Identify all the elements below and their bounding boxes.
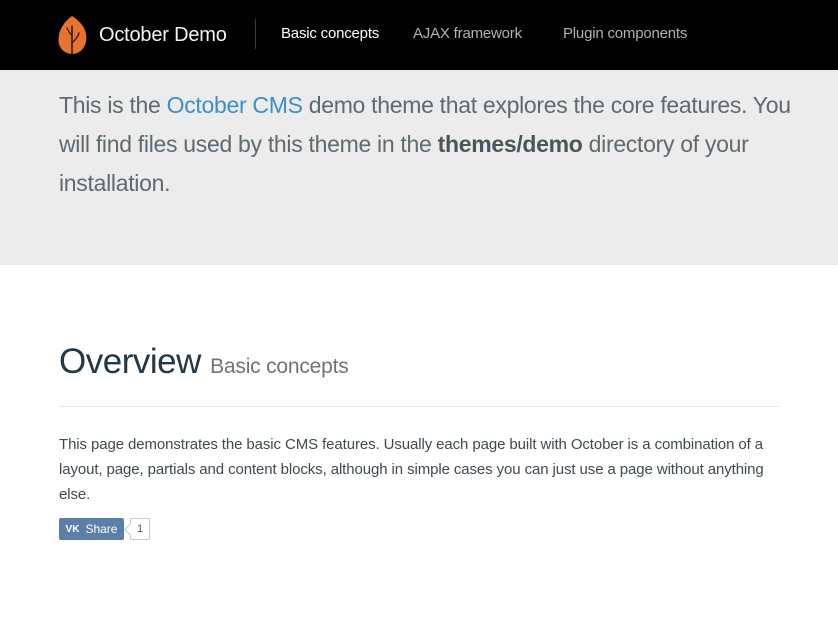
page-title: Overview Basic concepts (59, 342, 779, 382)
october-leaf-logo-icon (58, 16, 87, 55)
overview-header: Overview Basic concepts (59, 342, 779, 407)
brand-link[interactable]: October Demo (56, 13, 227, 57)
october-cms-link[interactable]: October CMS (167, 92, 303, 118)
theme-path: themes/demo (437, 131, 583, 157)
vk-icon: VK (65, 523, 80, 535)
jumbotron: This is the October CMS demo theme that … (0, 70, 838, 265)
nav-divider (255, 19, 256, 49)
overview-title: Overview (59, 342, 201, 381)
navbar: October Demo Basic concepts AJAX framewo… (0, 0, 838, 70)
nav-link-ajax-framework[interactable]: AJAX framework (413, 25, 522, 42)
overview-text: This page demonstrates the basic CMS fea… (59, 436, 764, 503)
lead-text-start: This is the (59, 92, 167, 118)
nav-link-plugin-components[interactable]: Plugin components (563, 25, 687, 42)
vk-share-button[interactable]: VK Share (59, 518, 124, 540)
brand-name: October Demo (99, 23, 227, 46)
overview-subtitle: Basic concepts (210, 355, 349, 378)
intro-lead: This is the October CMS demo theme that … (59, 86, 799, 203)
share-widget: VK Share 1 (59, 518, 151, 540)
nav-link-basic-concepts[interactable]: Basic concepts (281, 25, 379, 42)
share-label: Share (85, 522, 118, 536)
share-count: 1 (130, 518, 151, 540)
